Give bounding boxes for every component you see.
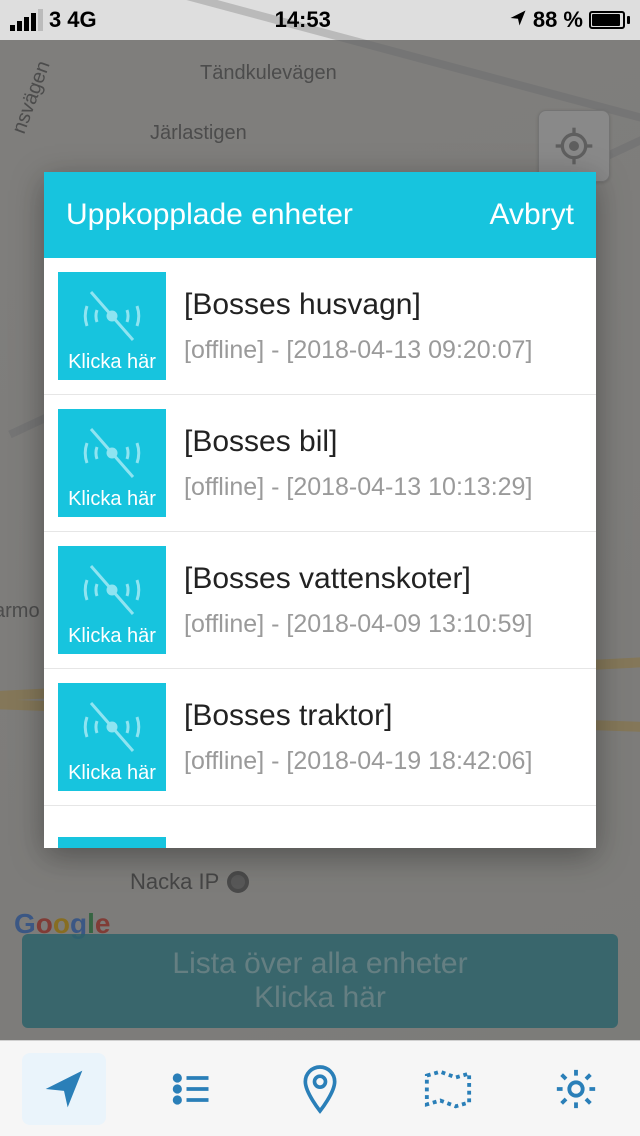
network-label: 4G xyxy=(67,7,96,33)
tab-navigate[interactable] xyxy=(22,1053,106,1125)
status-left: 3 4G xyxy=(10,7,97,33)
battery-percent: 88 % xyxy=(533,7,583,33)
carrier-label: 3 xyxy=(49,7,61,33)
device-info: [Bosses husvagn] [offline] - [2018-04-13… xyxy=(184,288,578,365)
device-info: [Bosses traktor] [offline] - [2018-04-19… xyxy=(184,699,578,776)
device-name: [Bosses traktor] xyxy=(184,699,578,733)
signal-off-icon xyxy=(77,286,147,346)
device-status: [offline] - [2018-04-13 10:13:29] xyxy=(184,473,578,502)
device-info: [Bosses vattenskoter] [offline] - [2018-… xyxy=(184,562,578,639)
device-icon-label: Klicka här xyxy=(68,488,156,511)
status-right: 88 % xyxy=(509,7,630,33)
map-icon xyxy=(423,1067,473,1111)
cancel-button[interactable]: Avbryt xyxy=(490,198,574,232)
gear-icon xyxy=(553,1066,599,1112)
tab-settings[interactable] xyxy=(534,1053,618,1125)
signal-off-icon xyxy=(77,697,147,757)
tab-map[interactable] xyxy=(406,1053,490,1125)
status-bar: 3 4G 14:53 88 % xyxy=(0,0,640,40)
device-row[interactable]: [Bosses cykel] xyxy=(44,806,596,848)
device-status: [offline] - [2018-04-13 09:20:07] xyxy=(184,336,578,365)
device-icon-label: Klicka här xyxy=(68,351,156,374)
tab-pin[interactable] xyxy=(278,1053,362,1125)
device-row[interactable]: Klicka här [Bosses husvagn] [offline] - … xyxy=(44,258,596,395)
signal-off-icon xyxy=(77,423,147,483)
battery-icon xyxy=(589,11,630,29)
signal-off-icon xyxy=(77,560,147,620)
device-icon-label: Klicka här xyxy=(68,625,156,648)
signal-off-icon xyxy=(77,847,147,848)
device-row[interactable]: Klicka här [Bosses vattenskoter] [offlin… xyxy=(44,532,596,669)
device-row[interactable]: Klicka här [Bosses bil] [offline] - [201… xyxy=(44,395,596,532)
device-list[interactable]: Klicka här [Bosses husvagn] [offline] - … xyxy=(44,258,596,848)
device-name: [Bosses husvagn] xyxy=(184,288,578,322)
signal-icon xyxy=(10,9,43,31)
location-arrow-icon xyxy=(509,7,527,33)
clock: 14:53 xyxy=(275,7,331,33)
device-name: [Bosses bil] xyxy=(184,425,578,459)
tab-bar xyxy=(0,1040,640,1136)
device-icon-label: Klicka här xyxy=(68,762,156,785)
modal-header: Uppkopplade enheter Avbryt xyxy=(44,172,596,258)
device-icon-button[interactable] xyxy=(58,837,166,848)
device-icon-button[interactable]: Klicka här xyxy=(58,409,166,517)
connected-devices-modal: Uppkopplade enheter Avbryt Klicka här [B… xyxy=(44,172,596,848)
pin-icon xyxy=(298,1063,342,1115)
device-status: [offline] - [2018-04-19 18:42:06] xyxy=(184,747,578,776)
device-icon-button[interactable]: Klicka här xyxy=(58,272,166,380)
device-row[interactable]: Klicka här [Bosses traktor] [offline] - … xyxy=(44,669,596,806)
device-icon-button[interactable]: Klicka här xyxy=(58,546,166,654)
device-icon-button[interactable]: Klicka här xyxy=(58,683,166,791)
navigate-icon xyxy=(42,1067,86,1111)
list-icon xyxy=(170,1067,214,1111)
modal-title: Uppkopplade enheter xyxy=(66,198,353,232)
tab-list[interactable] xyxy=(150,1053,234,1125)
device-name: [Bosses vattenskoter] xyxy=(184,562,578,596)
device-info: [Bosses bil] [offline] - [2018-04-13 10:… xyxy=(184,425,578,502)
device-status: [offline] - [2018-04-09 13:10:59] xyxy=(184,610,578,639)
